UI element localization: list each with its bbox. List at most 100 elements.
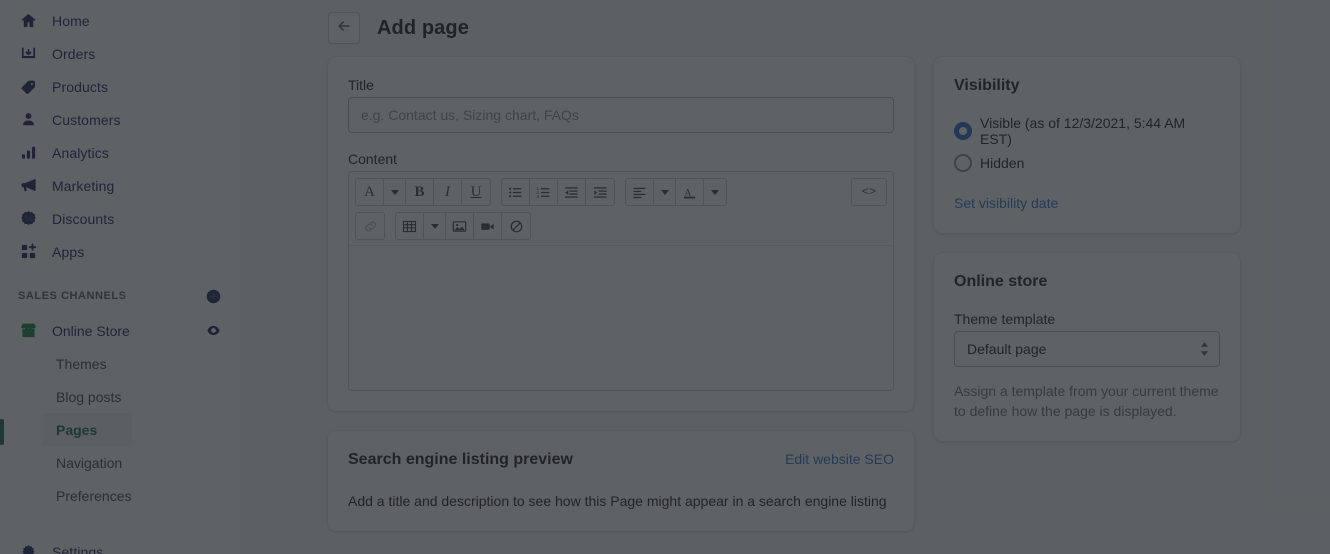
theme-template-help-text: Assign a template from your current them… [954,383,1219,419]
sales-channels-section-header: SALES CHANNELS [0,278,240,314]
radio-hidden-label: Hidden [980,155,1025,171]
sidebar-item-settings[interactable]: Settings [0,535,240,554]
sidebar-item-preferences[interactable]: Preferences [0,479,240,512]
active-item-indicator [0,419,4,445]
products-tag-icon [18,77,38,97]
bulleted-list-icon[interactable] [502,179,530,205]
eye-icon[interactable] [205,322,222,339]
shopify-admin-app: Home Orders Products Customers Analytics [0,0,1330,554]
sidebar-item-label: Online Store [52,322,130,339]
content-editable-area[interactable] [349,246,893,390]
analytics-bars-icon [18,143,38,163]
text-color-icon[interactable]: A [676,179,704,205]
insert-link-group [355,212,385,240]
clear-formatting-icon[interactable] [502,213,530,239]
font-style-icon[interactable]: A [356,179,384,205]
orders-icon [18,44,38,64]
insert-table-caret-icon[interactable] [424,213,446,239]
page-details-card: Title Content A [328,57,914,411]
sidebar-item-marketing[interactable]: Marketing [0,169,240,202]
theme-template-label: Theme template [954,311,1056,327]
visibility-card: Visibility Visible (as of 12/3/2021, 5:4… [934,57,1240,233]
sidebar-item-label: Products [52,78,109,95]
radio-visible-label: Visible (as of 12/3/2021, 5:44 AM EST) [980,115,1186,147]
sidebar-item-label: Settings [52,543,104,554]
insert-table-icon[interactable] [396,213,424,239]
sidebar-item-label: Marketing [52,177,115,194]
set-visibility-date-link[interactable]: Set visibility date [954,195,1058,211]
sidebar-item-label: Preferences [56,487,132,504]
insert-media-group [395,212,531,240]
italic-icon[interactable]: I [434,179,462,205]
sidebar-item-online-store[interactable]: Online Store [0,314,240,347]
editor-toolbar-row-2 [355,212,887,240]
insert-video-icon[interactable] [474,213,502,239]
sidebar-footer: Settings [0,535,240,554]
indent-icon[interactable] [586,179,614,205]
list-indent-group: 123 [501,178,615,206]
text-style-group: A B I U [355,178,491,206]
outdent-icon[interactable] [558,179,586,205]
sales-channels-heading: SALES CHANNELS [18,290,127,302]
sidebar-item-pages[interactable]: Pages [42,413,132,446]
back-button[interactable] [328,12,360,44]
editor-toolbar: A B I U 1 2 3 A <> [349,172,893,246]
page-header: Add page [240,0,1330,48]
seo-heading: Search engine listing preview [348,451,573,468]
sidebar-item-blog-posts[interactable]: Blog posts [0,380,240,413]
visibility-option-hidden[interactable]: Hidden [954,154,1220,172]
sidebar-item-label: Home [52,12,90,29]
plus-circle-icon[interactable] [205,288,222,305]
marketing-megaphone-icon [18,176,38,196]
sidebar-item-home[interactable]: Home [0,4,240,37]
radio-visible[interactable] [954,122,972,140]
sidebar-item-customers[interactable]: Customers [0,103,240,136]
align-caret-icon[interactable] [654,179,676,205]
sidebar-item-label: Pages [56,421,98,438]
numbered-list-icon[interactable]: 123 [530,179,558,205]
theme-template-select[interactable]: Default page [954,331,1220,367]
primary-column: Title Content A [328,57,914,551]
sidebar-item-label: Analytics [52,144,109,161]
sidebar-item-label: Apps [52,243,85,260]
bold-icon[interactable]: B [406,179,434,205]
customers-person-icon [18,110,38,130]
sidebar-item-orders[interactable]: Orders [0,37,240,70]
secondary-column: Visibility Visible (as of 12/3/2021, 5:4… [934,57,1240,461]
theme-template-select-wrap: Default page [954,331,1220,367]
content-rich-text-editor: A B I U 1 2 3 A <> [348,171,894,391]
text-color-caret-icon[interactable] [704,179,726,205]
sidebar-item-products[interactable]: Products [0,70,240,103]
home-icon [18,11,38,31]
online-store-card: Online store Theme template Default page… [934,253,1240,441]
gear-icon [18,542,38,554]
page-title: Add page [377,16,469,39]
edit-website-seo-link[interactable]: Edit website SEO [785,451,894,467]
sidebar-item-themes[interactable]: Themes [0,347,240,380]
font-style-caret-icon[interactable] [384,179,406,205]
storefront-icon [18,321,38,341]
apps-grid-plus-icon [18,242,38,262]
seo-card-header: Search engine listing preview Edit websi… [348,451,894,469]
editor-toolbar-row-1: A B I U 1 2 3 A <> [355,178,887,206]
html-code-icon[interactable]: <> [852,179,886,205]
sidebar-item-label: Blog posts [56,388,122,405]
align-left-icon[interactable] [626,179,654,205]
align-color-group: A [625,178,727,206]
insert-link-icon[interactable] [356,213,384,239]
sidebar-item-label: Customers [52,111,121,128]
visibility-option-visible[interactable]: Visible (as of 12/3/2021, 5:44 AM EST) [954,115,1220,147]
sidebar-item-apps[interactable]: Apps [0,235,240,268]
online-store-heading: Online store [954,273,1048,290]
sidebar-item-label: Themes [56,355,107,372]
main-sidebar: Home Orders Products Customers Analytics [0,0,240,554]
sidebar-item-analytics[interactable]: Analytics [0,136,240,169]
insert-image-icon[interactable] [446,213,474,239]
underline-icon[interactable]: U [462,179,490,205]
radio-hidden[interactable] [954,154,972,172]
title-field-label: Title [348,77,374,93]
sidebar-item-navigation[interactable]: Navigation [0,446,240,479]
arrow-left-icon [336,18,352,39]
title-input[interactable] [348,97,894,133]
sidebar-item-discounts[interactable]: Discounts [0,202,240,235]
